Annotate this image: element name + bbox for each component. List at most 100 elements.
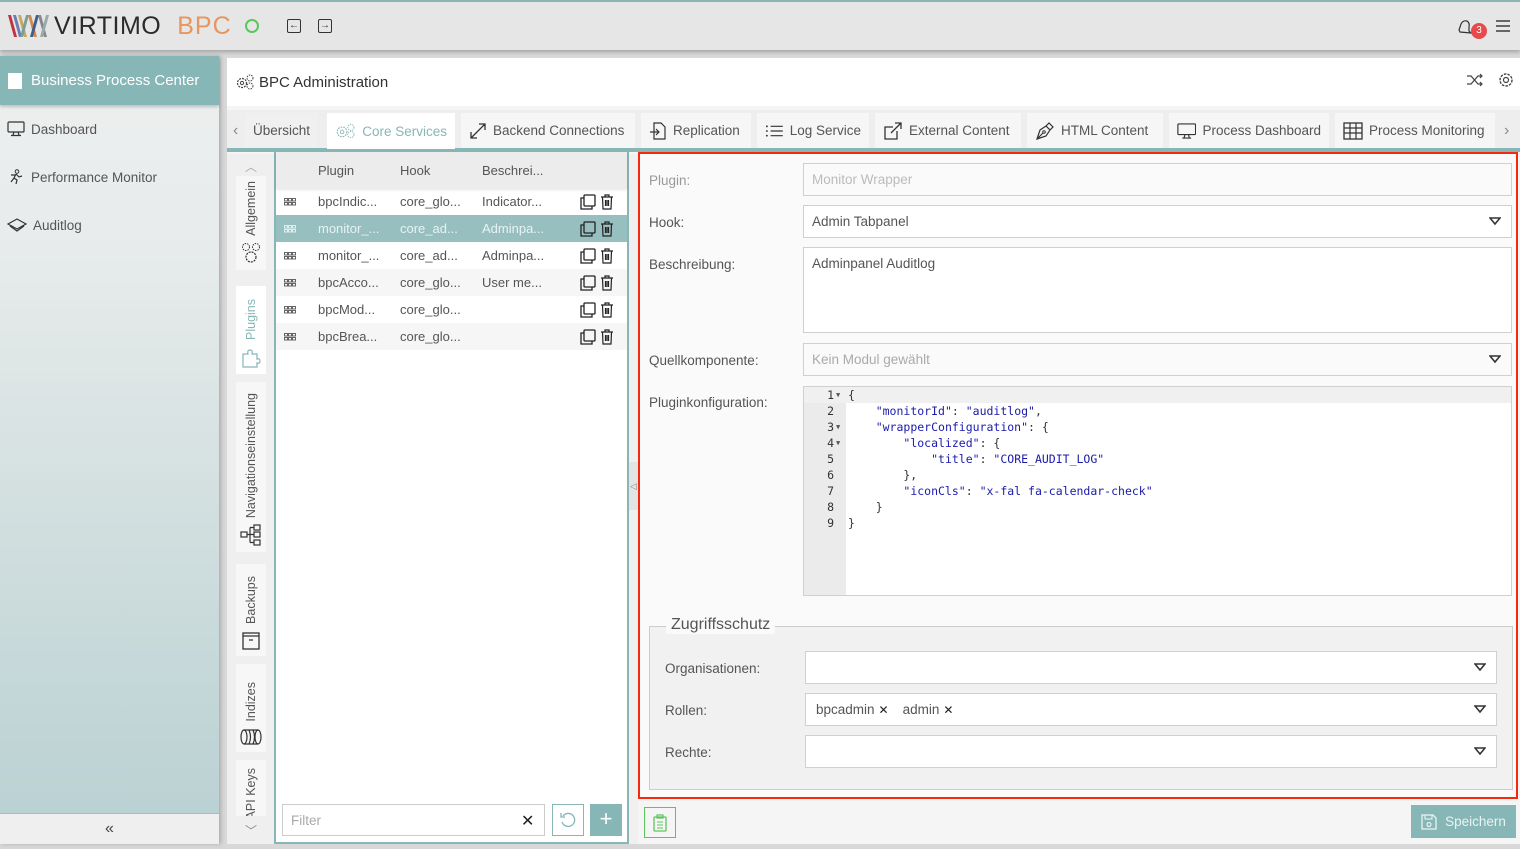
column-header-plugin[interactable]: Plugin — [318, 163, 400, 178]
table-row[interactable]: bpcIndic... core_glo... Indicator... — [276, 188, 627, 215]
trash-icon[interactable] — [600, 301, 614, 318]
vtab-indizes[interactable]: Indizes — [236, 664, 266, 752]
line-number: 2 — [827, 404, 834, 418]
column-header-description[interactable]: Beschrei... — [482, 163, 576, 178]
sidebar-item-performance-monitor[interactable]: Performance Monitor — [0, 153, 219, 201]
sidebar-item-auditlog[interactable]: Auditlog — [0, 201, 219, 249]
description-textarea[interactable]: Adminpanel Auditlog — [803, 247, 1512, 333]
trash-icon[interactable] — [600, 274, 614, 291]
vtab-api-keys[interactable]: API Keys — [236, 760, 266, 816]
clipboard-button[interactable] — [644, 807, 676, 838]
drag-handle-icon[interactable] — [276, 305, 318, 314]
table-row[interactable]: bpcMod... core_glo... — [276, 296, 627, 323]
drag-handle-icon[interactable] — [276, 251, 318, 260]
tab-html-content[interactable]: HTML Content — [1027, 113, 1163, 148]
drag-handle-icon[interactable] — [276, 197, 318, 206]
code-text: }, — [848, 468, 918, 482]
cell-plugin: monitor_... — [318, 221, 380, 236]
hook-label: Hook: — [649, 215, 685, 230]
tab-replication[interactable]: Replication — [641, 113, 751, 148]
hook-select[interactable]: Admin Tabpanel — [803, 205, 1512, 238]
vtab-label: Navigationseinstellung — [244, 392, 258, 518]
running-icon — [10, 169, 23, 185]
tab-backend-connections[interactable]: Backend Connections — [461, 113, 635, 148]
drag-handle-icon[interactable] — [276, 278, 318, 287]
copy-icon[interactable] — [580, 328, 596, 345]
tab-core-services[interactable]: Core Services — [327, 113, 455, 149]
plugin-label: Plugin: — [649, 173, 691, 188]
bpc-logo-icon — [8, 72, 22, 89]
shuffle-icon[interactable] — [1466, 72, 1484, 88]
chevron-down-icon — [1474, 747, 1486, 756]
tab-log-service[interactable]: Log Service — [757, 113, 869, 148]
undo-icon — [560, 812, 576, 828]
fold-toggle-icon[interactable]: ▼ — [836, 419, 840, 435]
copy-icon[interactable] — [580, 193, 596, 210]
trash-icon[interactable] — [600, 247, 614, 264]
cell-description: Indicator... — [482, 194, 542, 209]
cell-hook: core_glo... — [400, 194, 461, 209]
drag-handle-icon[interactable] — [276, 224, 318, 233]
remove-tag-icon[interactable]: ✕ — [879, 703, 889, 717]
vtab-plugins[interactable]: Plugins — [236, 286, 266, 374]
add-plugin-button[interactable]: + — [590, 804, 622, 836]
plugin-config-editor[interactable]: 1 ▼{2 "monitorId": "auditlog", 3 ▼ "wrapper… — [803, 386, 1512, 596]
code-text: "monitorId": "auditlog", — [875, 404, 1042, 418]
tab-scroll-right-icon[interactable]: › — [1504, 122, 1509, 140]
tab-process-monitoring[interactable]: Process Monitoring — [1335, 113, 1495, 148]
source-component-select[interactable]: Kein Modul gewählt — [803, 343, 1512, 376]
file-import-icon — [650, 121, 666, 140]
vtab-scroll-up-icon[interactable]: ︿ — [245, 158, 257, 175]
sidebar-header[interactable]: Business Process Center — [0, 56, 219, 105]
vtab-backups[interactable]: Backups — [236, 564, 266, 656]
menu-icon[interactable] — [1496, 20, 1510, 35]
fold-toggle-icon[interactable]: ▼ — [836, 387, 840, 403]
remove-tag-icon[interactable]: ✕ — [943, 703, 953, 717]
nav-forward-button[interactable]: → — [318, 19, 332, 33]
tab-scroll-left-icon[interactable]: ‹ — [233, 122, 238, 140]
fold-toggle-icon[interactable]: ▼ — [836, 435, 840, 451]
copy-icon[interactable] — [580, 301, 596, 318]
copy-icon[interactable] — [580, 274, 596, 291]
organisations-label: Organisationen: — [665, 661, 761, 676]
collapse-handle-icon[interactable]: ◁ — [629, 462, 638, 510]
table-row[interactable]: monitor_... core_ad... Adminpa... — [276, 215, 627, 242]
reload-button[interactable] — [552, 804, 584, 836]
rights-select[interactable] — [805, 735, 1497, 768]
gear-icon[interactable] — [1498, 72, 1514, 88]
trash-icon[interactable] — [600, 193, 614, 210]
vtab-scroll-down-icon[interactable]: ﹀ — [245, 822, 257, 839]
table-row[interactable]: bpcBrea... core_glo... — [276, 323, 627, 350]
vtab-navigationseinstellung[interactable]: Navigationseinstellung — [236, 382, 266, 552]
table-row[interactable]: bpcAcco... core_glo... User me... — [276, 269, 627, 296]
sidebar-collapse-button[interactable]: « — [0, 813, 219, 844]
tab-label: Process Monitoring — [1369, 123, 1485, 138]
trash-icon[interactable] — [600, 328, 614, 345]
copy-icon[interactable] — [580, 247, 596, 264]
tab-process-dashboard[interactable]: Process Dashboard — [1169, 113, 1329, 148]
table-row[interactable]: monitor_... core_ad... Adminpa... — [276, 242, 627, 269]
organisations-select[interactable] — [805, 651, 1497, 684]
sidebar-item-dashboard[interactable]: Dashboard — [0, 105, 219, 153]
tab-external-content[interactable]: External Content — [875, 113, 1021, 148]
logo-text: VIRTIMO — [54, 11, 162, 40]
cell-plugin: monitor_... — [318, 248, 380, 263]
nav-back-button[interactable]: ← — [287, 19, 301, 33]
copy-icon[interactable] — [580, 220, 596, 237]
rights-label: Rechte: — [665, 745, 712, 760]
trash-icon[interactable] — [600, 220, 614, 237]
code-line: 6 }, — [804, 467, 1511, 483]
vtab-allgemein[interactable]: Allgemein — [236, 176, 266, 270]
clear-filter-icon[interactable]: ✕ — [521, 811, 534, 831]
column-header-hook[interactable]: Hook — [400, 163, 482, 178]
drag-handle-icon[interactable] — [276, 332, 318, 341]
filter-input[interactable]: Filter — [282, 804, 545, 836]
grid-footer: Filter ✕ + — [276, 798, 627, 842]
roles-select[interactable]: bpcadmin ✕ admin ✕ — [805, 693, 1497, 726]
tab-uebersicht[interactable]: Übersicht — [245, 113, 317, 148]
save-button[interactable]: Speichern — [1411, 805, 1516, 838]
code-line: 8 } — [804, 499, 1511, 515]
list-icon — [765, 124, 783, 137]
panel-splitter[interactable]: ◁ — [629, 154, 638, 844]
status-indicator-icon — [245, 19, 259, 33]
